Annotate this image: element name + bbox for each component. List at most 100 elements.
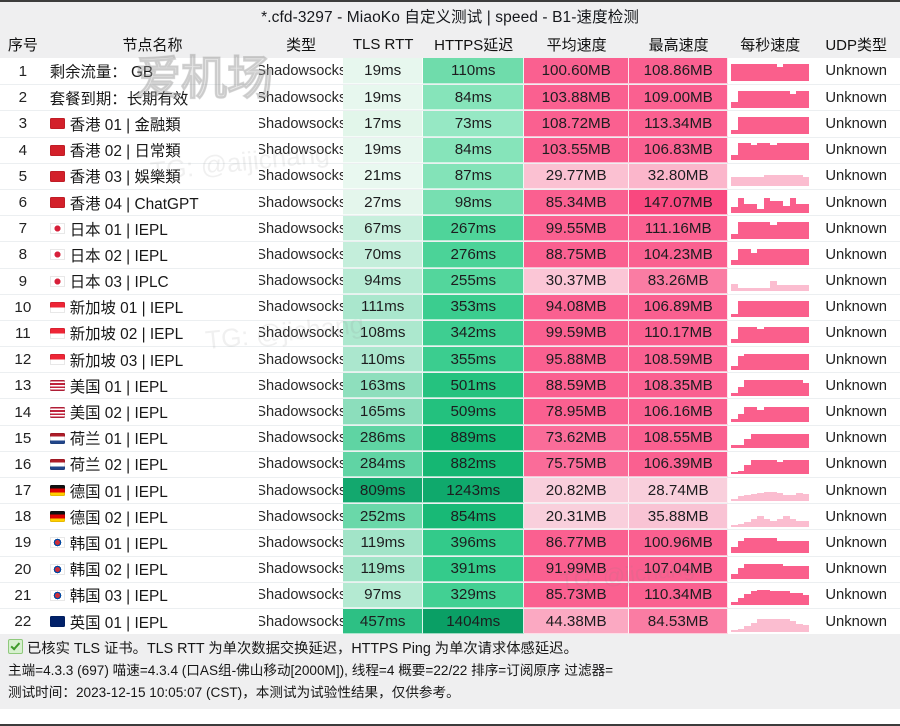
https-latency-value: 854ms: [423, 504, 525, 530]
avg-speed-value: 73.62MB: [524, 425, 630, 451]
node-name-cell[interactable]: 韩国 03 | IEPL: [46, 583, 260, 608]
tls-rtt-value: 19ms: [343, 58, 424, 85]
table-row[interactable]: 17 德国 01 | IEPL Shadowsocks 809ms 1243ms 20.8…: [0, 477, 900, 504]
node-name-cell[interactable]: 香港 04 | ChatGPT: [46, 190, 260, 215]
table-row[interactable]: 11 新加坡 02 | IEPL Shadowsocks 108ms 342ms 99.5…: [0, 319, 900, 347]
node-name-cell[interactable]: 韩国 02 | IEPL: [46, 557, 260, 582]
row-index: 15: [14, 429, 32, 447]
table-row[interactable]: 22 英国 01 | IEPL Shadowsocks 457ms 1404ms 44.3…: [0, 607, 900, 635]
udp-type-value: Unknown: [812, 425, 900, 451]
node-name-cell[interactable]: 香港 03 | 娛樂類: [46, 164, 260, 189]
tls-rtt-value: 21ms: [343, 163, 424, 189]
tls-rtt-value: 163ms: [343, 373, 424, 399]
table-row[interactable]: 14 美国 02 | IEPL Shadowsocks 165ms 509ms 78.95…: [0, 398, 900, 425]
table-row[interactable]: 8 日本 02 | IEPL Shadowsocks 70ms 276ms 88.75MB…: [0, 241, 900, 268]
node-type: Shadowsocks: [259, 482, 344, 499]
node-name-cell[interactable]: 美国 02 | IEPL: [46, 399, 260, 424]
table-row[interactable]: 21 韩国 03 | IEPL Shadowsocks 97ms 329ms 85.73M…: [0, 581, 900, 608]
udp-type-value: Unknown: [812, 530, 900, 556]
tls-rtt-value: 119ms: [343, 530, 424, 556]
node-name-cell[interactable]: 日本 03 | IPLC: [46, 269, 260, 294]
flag-icon-us: [49, 380, 65, 392]
column-header-max[interactable]: 最高速度: [629, 30, 728, 58]
column-header-name[interactable]: 节点名称: [46, 30, 260, 58]
flag-icon-jp: [49, 249, 65, 261]
https-latency-value: 84ms: [423, 137, 525, 163]
sparkline-bar: [802, 434, 810, 449]
node-name-cell[interactable]: 德国 02 | IEPL: [46, 504, 260, 529]
window-title: *.cfd-3297 - MiaoKo 自定义测试 | speed - B1-速…: [261, 9, 639, 26]
table-row[interactable]: 9 日本 03 | IPLC Shadowsocks 94ms 255ms 30.37MB…: [0, 267, 900, 294]
flag-icon-nl: [49, 432, 65, 444]
node-name-cell[interactable]: 香港 01 | 金融類: [46, 111, 260, 136]
max-speed-value: 106.83MB: [629, 137, 729, 163]
sparkline-bar: [802, 116, 810, 134]
node-type: Shadowsocks: [259, 63, 344, 80]
https-latency-value: 396ms: [423, 530, 525, 556]
avg-speed-value: 94.08MB: [524, 294, 630, 320]
row-index: 22: [14, 613, 32, 631]
table-row[interactable]: 7 日本 01 | IEPL Shadowsocks 67ms 267ms 99.55MB…: [0, 215, 900, 242]
https-latency-value: 882ms: [423, 451, 525, 477]
tls-rtt-value: 252ms: [343, 504, 424, 530]
column-header-idx[interactable]: 序号: [0, 30, 46, 58]
check-icon: [8, 639, 23, 655]
node-name-cell[interactable]: 新加坡 02 | IEPL: [46, 321, 260, 346]
table-row[interactable]: 1 剩余流量： GB Shadowsocks 19ms 110ms 100.60MB 108…: [0, 58, 900, 85]
udp-type-value: Unknown: [812, 242, 900, 268]
table-row[interactable]: 3 香港 01 | 金融類 Shadowsocks 17ms 73ms 108.72MB 1…: [0, 110, 900, 137]
node-name-cell[interactable]: 日本 02 | IEPL: [46, 242, 260, 267]
node-name-cell[interactable]: 套餐到期：长期有效: [46, 85, 260, 110]
node-name-label: 美国 01 | IEPL: [69, 378, 168, 396]
per-second-speed-sparkline: [728, 399, 812, 424]
node-name-cell[interactable]: 美国 01 | IEPL: [46, 373, 260, 398]
table-row[interactable]: 10 新加坡 01 | IEPL Shadowsocks 111ms 353ms 94.0…: [0, 293, 900, 320]
column-header-rtt[interactable]: TLS RTT: [343, 30, 423, 58]
node-type: Shadowsocks: [259, 508, 344, 525]
node-name-cell[interactable]: 日本 01 | IEPL: [46, 216, 260, 241]
max-speed-value: 100.96MB: [629, 530, 729, 556]
column-header-spark[interactable]: 每秒速度: [728, 30, 812, 58]
table-row[interactable]: 18 德国 02 | IEPL Shadowsocks 252ms 854ms 20.31…: [0, 503, 900, 530]
column-header-udp[interactable]: UDP类型: [812, 30, 900, 58]
udp-type-value: Unknown: [812, 556, 900, 582]
table-row[interactable]: 5 香港 03 | 娛樂類 Shadowsocks 21ms 87ms 29.77MB 32…: [0, 162, 900, 189]
node-type: Shadowsocks: [259, 142, 344, 159]
node-name-cell[interactable]: 韩国 01 | IEPL: [46, 530, 260, 555]
table-row[interactable]: 16 荷兰 02 | IEPL Shadowsocks 284ms 882ms 75.75…: [0, 450, 900, 477]
column-header-avg[interactable]: 平均速度: [524, 30, 629, 58]
table-row[interactable]: 6 香港 04 | ChatGPT Shadowsocks 27ms 98ms 85.34…: [0, 188, 900, 216]
max-speed-value: 106.39MB: [629, 451, 729, 477]
per-second-speed-sparkline: [728, 426, 812, 451]
table-row[interactable]: 13 美国 01 | IEPL Shadowsocks 163ms 501ms 88.59…: [0, 372, 900, 399]
table-row[interactable]: 20 韩国 02 | IEPL Shadowsocks 119ms 391ms 91.99…: [0, 555, 900, 582]
node-name-cell[interactable]: 德国 01 | IEPL: [46, 478, 260, 503]
node-name-label: 荷兰 01 | IEPL: [69, 431, 168, 449]
avg-speed-value: 99.55MB: [524, 216, 630, 242]
node-name-cell[interactable]: 剩余流量： GB: [46, 58, 260, 84]
tls-rtt-value: 19ms: [343, 85, 424, 111]
node-name-cell[interactable]: 英国 01 | IEPL: [46, 609, 260, 634]
sparkline-bar: [802, 520, 810, 527]
node-name-cell[interactable]: 新加坡 03 | IEPL: [46, 347, 260, 372]
https-latency-value: 1404ms: [423, 608, 525, 635]
table-row[interactable]: 12 新加坡 03 | IEPL Shadowsocks 110ms 355ms 95.8…: [0, 346, 900, 373]
column-header-type[interactable]: 类型: [259, 30, 343, 58]
flag-icon-us: [49, 406, 65, 418]
node-name-cell[interactable]: 香港 02 | 日常類: [46, 138, 260, 163]
table-row[interactable]: 2 套餐到期：长期有效 Shadowsocks 19ms 84ms 103.88MB 109…: [0, 84, 900, 111]
sparkline-bar: [802, 565, 810, 580]
table-row[interactable]: 15 荷兰 01 | IEPL Shadowsocks 286ms 889ms 73.62…: [0, 424, 900, 451]
table-row[interactable]: 19 韩国 01 | IEPL Shadowsocks 119ms 396ms 86.77…: [0, 529, 900, 556]
tls-rtt-value: 111ms: [343, 294, 424, 320]
table-row[interactable]: 4 香港 02 | 日常類 Shadowsocks 19ms 84ms 103.55MB 1…: [0, 136, 900, 163]
sparkline-bar: [802, 327, 810, 344]
sparkline-bar: [802, 624, 810, 632]
node-name-cell[interactable]: 荷兰 01 | IEPL: [46, 426, 260, 451]
node-name-cell[interactable]: 新加坡 01 | IEPL: [46, 295, 260, 320]
flag-icon-sg: [49, 301, 65, 313]
avg-speed-value: 20.82MB: [524, 478, 630, 504]
max-speed-value: 35.88MB: [629, 504, 729, 530]
node-name-cell[interactable]: 荷兰 02 | IEPL: [46, 452, 260, 477]
column-header-ping[interactable]: HTTPS延迟: [423, 30, 524, 58]
